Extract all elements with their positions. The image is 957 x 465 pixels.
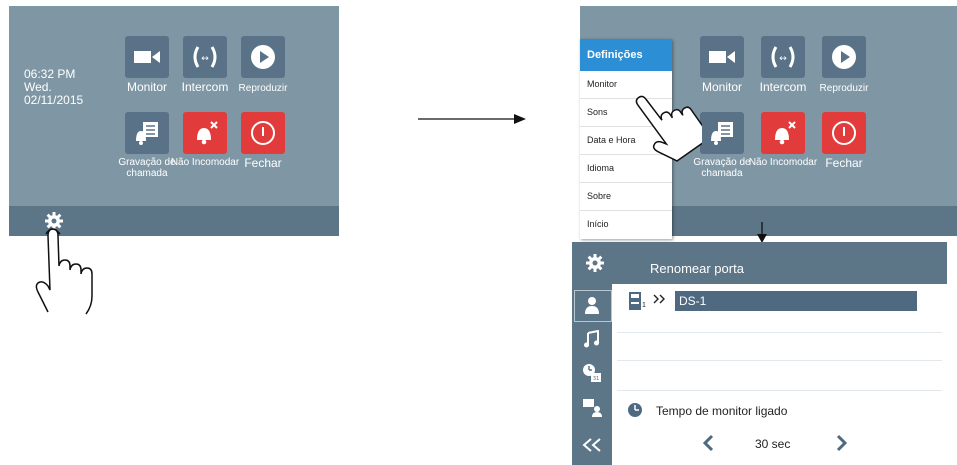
play-icon — [822, 36, 866, 78]
clock-icon — [627, 402, 643, 423]
svg-text:31: 31 — [593, 376, 599, 382]
back-double-chevron-icon[interactable] — [580, 434, 604, 456]
chevron-left-icon[interactable] — [702, 434, 716, 457]
date-text: 02/11/2015 — [24, 93, 84, 107]
monitor-time-value: 30 sec — [755, 437, 791, 451]
menu-item-about[interactable]: Sobre — [580, 183, 672, 211]
chevron-right-icon[interactable] — [834, 434, 848, 457]
svg-text:↔: ↔ — [779, 54, 787, 64]
play-label: Reproduzir — [238, 83, 288, 94]
play-app[interactable]: Reproduzir — [799, 36, 889, 94]
power-icon — [822, 112, 866, 154]
monitor-user-icon[interactable] — [580, 294, 604, 316]
datetime-display: 06:32 PM Wed. 02/11/2015 — [24, 68, 83, 107]
settings-header: Renomear porta — [572, 242, 947, 284]
power-icon — [241, 112, 285, 154]
page-title: Renomear porta — [650, 261, 744, 276]
divider — [617, 360, 942, 361]
menu-item-home[interactable]: Início — [580, 211, 672, 238]
play-label: Reproduzir — [819, 83, 869, 94]
play-icon — [241, 36, 285, 78]
date-time-icon[interactable]: 31 — [580, 362, 604, 384]
home-screen: 06:32 PM Wed. 02/11/2015 Monitor ↔ Inter… — [9, 6, 339, 236]
door-station-icon — [628, 291, 642, 316]
arrow-right-icon — [418, 112, 528, 131]
door-name-field[interactable]: DS-1 — [675, 291, 917, 311]
svg-text:↔: ↔ — [201, 54, 209, 64]
close-app[interactable]: Fechar — [799, 112, 889, 169]
close-label: Fechar — [244, 156, 282, 170]
hand-pointer-icon — [28, 226, 108, 323]
music-note-icon[interactable] — [580, 328, 604, 350]
door-index: 1 — [642, 302, 646, 309]
double-chevron-right-icon — [652, 292, 668, 311]
close-app[interactable]: Fechar — [218, 112, 308, 169]
settings-menu-title: Definições — [580, 39, 672, 71]
close-label: Fechar — [825, 156, 863, 170]
monitor-settings-screen: Renomear porta 31 1 DS-1 Tempo de monito… — [572, 242, 947, 465]
language-user-icon[interactable] — [580, 396, 604, 418]
divider — [617, 332, 942, 333]
hand-pointer-icon — [632, 84, 708, 167]
divider — [617, 390, 942, 391]
settings-menu-screen: Monitor ↔ Intercom Reproduzir Gravação d… — [580, 6, 957, 239]
monitor-time-label: Tempo de monitor ligado — [656, 404, 788, 418]
play-app[interactable]: Reproduzir — [218, 36, 308, 94]
gear-icon[interactable] — [585, 253, 605, 278]
